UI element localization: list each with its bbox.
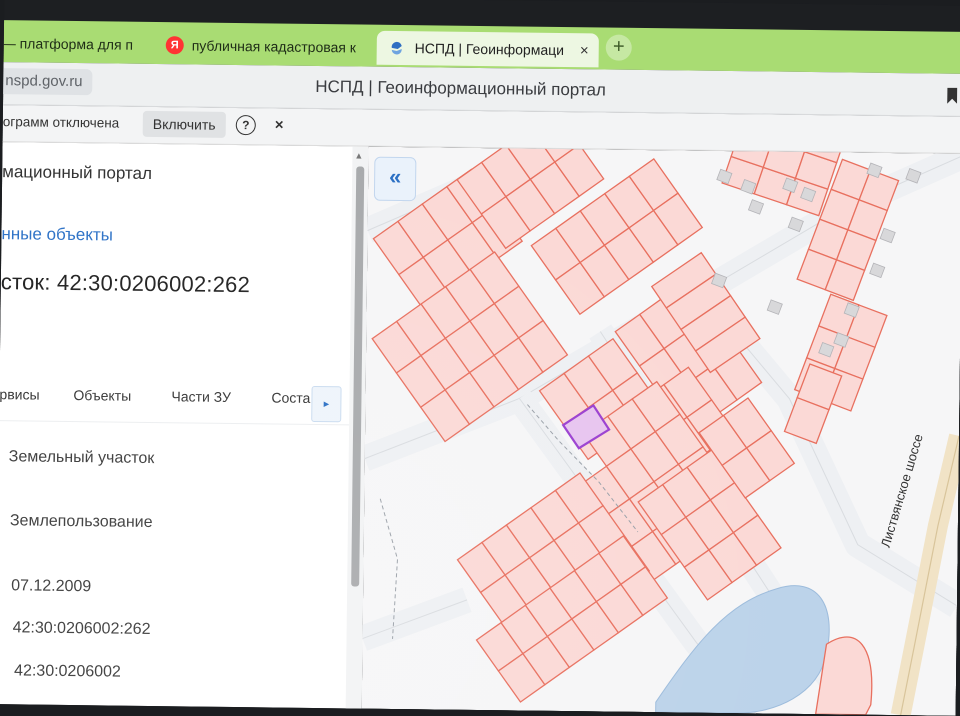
browser-tab-nspd[interactable]: НСПД | Геоинформаци × [376,30,599,68]
tab-services[interactable]: рвисы [0,386,40,402]
close-tab-icon[interactable]: × [580,42,589,59]
parcel-heading: сток: 42:30:0206002:262 [0,269,251,298]
browser-tab-platform[interactable]: — платформа для п [2,26,142,62]
tab-composition[interactable]: Соста [271,389,310,405]
bookmark-icon[interactable] [947,87,958,104]
tab-title: — платформа для п [1,35,134,53]
browser-tab-cadastral-map[interactable]: Я публичная кадастровая к [162,28,367,65]
property-object-type: Земельный участок [8,448,155,468]
tab-parcel-parts[interactable]: Части ЗУ [171,388,231,405]
page-title: НСПД | Геоинформационный портал [315,76,607,100]
panel-tabs: рвисы Объекты Части ЗУ Соста ▸ [0,374,350,426]
url-field[interactable]: nspd.gov.ru [0,68,93,96]
notification-text: ограмм отключена [2,114,120,131]
yandex-icon: Я [165,36,184,55]
enable-button[interactable]: Включить [142,110,226,138]
tab-title: НСПД | Геоинформаци [414,40,565,59]
info-panel: мационный портал нные объекты сток: 42:3… [0,142,369,709]
property-cadastral-number: 42:30:0206002:262 [12,619,151,638]
close-notification-icon[interactable]: × [275,116,284,133]
property-parcel-kind: Землепользование [9,512,153,532]
collapse-panel-button[interactable]: « [373,156,417,202]
map-canvas[interactable] [361,146,960,716]
help-icon[interactable]: ? [235,115,256,136]
nspd-icon [391,41,402,55]
objects-link[interactable]: нные объекты [1,224,113,245]
property-cadastral-quarter: 42:30:0206002 [14,662,121,681]
tab-objects[interactable]: Объекты [73,387,131,404]
portal-name: мационный портал [2,162,153,183]
scroll-up-arrow-icon[interactable]: ▲ [354,150,363,160]
tabs-next-button[interactable]: ▸ [311,385,342,423]
cadastral-map[interactable] [361,146,960,716]
tab-title: публичная кадастровая к [191,37,357,56]
new-tab-button[interactable]: + [605,34,632,61]
property-registration-date: 07.12.2009 [11,577,92,596]
screen: — платформа для п Я публичная кадастрова… [0,0,960,716]
